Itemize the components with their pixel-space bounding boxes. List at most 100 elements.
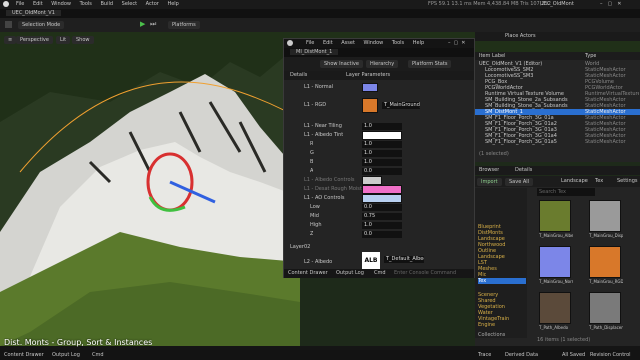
asset-displacement-texture[interactable] <box>589 200 621 232</box>
layer-parameters-tab[interactable]: Layer Parameters <box>346 72 390 78</box>
alb-texture-thumb[interactable]: ALB <box>362 252 380 270</box>
output-log-button[interactable]: Output Log <box>52 352 80 358</box>
param-row: L1 - Albedo Controls <box>284 176 474 185</box>
menu-tools[interactable]: Tools <box>80 1 92 7</box>
albedo-controls-swatch[interactable] <box>362 176 382 185</box>
asset-search-input[interactable]: Search Tex <box>537 188 595 196</box>
mie-content-drawer[interactable]: Content Drawer <box>288 270 328 276</box>
place-actors-tab[interactable]: Place Actors <box>505 33 536 39</box>
settings-button[interactable]: Settings <box>617 178 638 184</box>
asset-path-albedo-texture[interactable] <box>539 292 571 324</box>
mie-menu-asset[interactable]: Asset <box>341 40 355 46</box>
mie-menu-edit[interactable]: Edit <box>323 40 333 46</box>
mie-cmd[interactable]: Cmd <box>374 270 386 276</box>
menu-edit[interactable]: Edit <box>33 1 43 7</box>
rgd-texture-field[interactable]: T_MainGround_RGD <box>382 102 420 109</box>
mie-details-list: L1 - Normal L1 - RGD T_MainGround_RGD L1 … <box>284 83 474 279</box>
console-input[interactable]: Enter Console Command <box>394 270 464 276</box>
lit-button[interactable]: Lit <box>56 36 71 44</box>
param-value[interactable]: 1.0 <box>362 222 402 229</box>
stat-fps: FPS 59.1 <box>428 1 450 7</box>
rgd-swatch[interactable] <box>362 98 378 113</box>
mie-window-controls[interactable]: –▢✕ <box>448 40 468 46</box>
param-value[interactable]: 1.0 <box>362 159 402 166</box>
mie-menu-window[interactable]: Window <box>364 40 384 46</box>
param-value[interactable]: 1.0 <box>362 141 402 148</box>
path-tex[interactable]: Tex <box>595 178 603 184</box>
col-type[interactable]: Type <box>585 53 596 59</box>
param-label: A <box>310 168 314 174</box>
param-row: Z 0.0 <box>284 230 474 239</box>
asset-grid: T_MainGrou_Albedo T_MainGrou_Displacemen… <box>535 198 639 334</box>
content-drawer-button[interactable]: Content Drawer <box>4 352 44 358</box>
menu-file[interactable]: File <box>16 1 24 7</box>
show-button[interactable]: Show <box>72 36 94 44</box>
col-item-label[interactable]: Item Label <box>479 53 505 59</box>
menu-select[interactable]: Select <box>122 1 137 7</box>
mie-output-log[interactable]: Output Log <box>336 270 364 276</box>
asset-name: T_Path_Albedo <box>539 325 569 330</box>
param-value[interactable]: 0.0 <box>362 204 402 211</box>
platforms-button[interactable]: Platforms <box>168 21 200 29</box>
cb-toolbar: Import Save All Landscape Tex Settings <box>475 176 640 187</box>
outliner-header: Item Label Type <box>475 52 640 60</box>
mie-asset-tab[interactable]: MI_DistMont_1 <box>290 49 339 55</box>
import-button[interactable]: Import <box>477 178 502 186</box>
param-value[interactable]: 0.75 <box>362 213 402 220</box>
mie-menu-help[interactable]: Help <box>413 40 424 46</box>
cmd-button[interactable]: Cmd <box>92 352 104 358</box>
perspective-button[interactable]: Perspective <box>16 36 53 44</box>
layer02-section[interactable]: Layer02 <box>290 244 310 250</box>
level-tab[interactable]: UEC_OldMont_V1 <box>6 10 61 16</box>
details-tab[interactable]: Details <box>290 72 307 78</box>
all-saved-button[interactable]: All Saved <box>562 352 585 358</box>
mie-menu-tools[interactable]: Tools <box>392 40 404 46</box>
mie-bottom-bar: Content Drawer Output Log Cmd Enter Cons… <box>284 269 474 278</box>
derived-data-button[interactable]: Derived Data <box>505 352 538 358</box>
normal-swatch[interactable] <box>362 83 378 92</box>
save-all-button[interactable]: Save All <box>505 178 534 186</box>
outliner-count: (1 selected) <box>479 151 509 157</box>
play-icon[interactable]: ▶ <box>140 21 145 28</box>
param-value[interactable]: 1.0 <box>362 150 402 157</box>
param-value[interactable]: 0.0 <box>362 231 402 238</box>
param-row: L1 - Near Tiling 1.0 <box>284 122 474 131</box>
param-value[interactable]: 0.0 <box>362 168 402 175</box>
window-controls[interactable]: –▢✕ <box>600 1 626 7</box>
save-icon[interactable] <box>5 21 12 28</box>
mie-menu-file[interactable]: File <box>306 40 314 46</box>
skip-icon[interactable]: ⏭ <box>150 21 156 28</box>
menu-build[interactable]: Build <box>100 1 113 7</box>
asset-rgd-texture[interactable] <box>589 246 621 278</box>
revision-control-button[interactable]: Revision Control <box>590 352 638 358</box>
param-label: G <box>310 150 314 156</box>
browser-tab[interactable]: Browser <box>479 167 499 173</box>
param-value[interactable]: 1.0 <box>362 123 402 130</box>
menu-window[interactable]: Window <box>51 1 71 7</box>
hierarchy-button[interactable]: Hierarchy <box>366 60 399 68</box>
selection-mode-button[interactable]: Selection Mode <box>18 21 65 29</box>
albedo-tint-swatch[interactable] <box>362 131 402 140</box>
viewport-options-button[interactable]: ≡ <box>4 36 17 44</box>
ao-controls-swatch[interactable] <box>362 194 402 203</box>
mie-menu: File Edit Asset Window Tools Help <box>306 40 431 46</box>
layer2-texture-field[interactable]: T_Default_Albedo <box>384 256 424 263</box>
folder-item-selected[interactable]: Tex <box>478 278 526 284</box>
desat-rough-swatch[interactable] <box>362 185 402 194</box>
folder-item[interactable]: Engine <box>478 322 495 328</box>
unreal-logo-icon <box>3 1 9 7</box>
details-tab-right[interactable]: Details <box>515 167 532 173</box>
outliner-row[interactable]: SM_F1_Floor_Porch_3G_01a5 StaticMeshActor <box>475 139 640 145</box>
asset-normal-texture[interactable] <box>539 246 571 278</box>
menu-help[interactable]: Help <box>167 1 178 7</box>
platform-stats-button[interactable]: Platform Stats <box>408 60 452 68</box>
trace-button[interactable]: Trace <box>478 352 491 358</box>
param-row: A 0.0 <box>284 167 474 176</box>
asset-path-displacement-texture[interactable] <box>589 292 621 324</box>
path-landscape[interactable]: Landscape <box>561 178 588 184</box>
asset-albedo-texture[interactable] <box>539 200 571 232</box>
menu-actor[interactable]: Actor <box>146 1 159 7</box>
asset-name: T_Path_Displacement <box>589 325 623 330</box>
collections-header[interactable]: Collections <box>478 332 505 338</box>
show-inactive-button[interactable]: Show Inactive <box>320 60 363 68</box>
